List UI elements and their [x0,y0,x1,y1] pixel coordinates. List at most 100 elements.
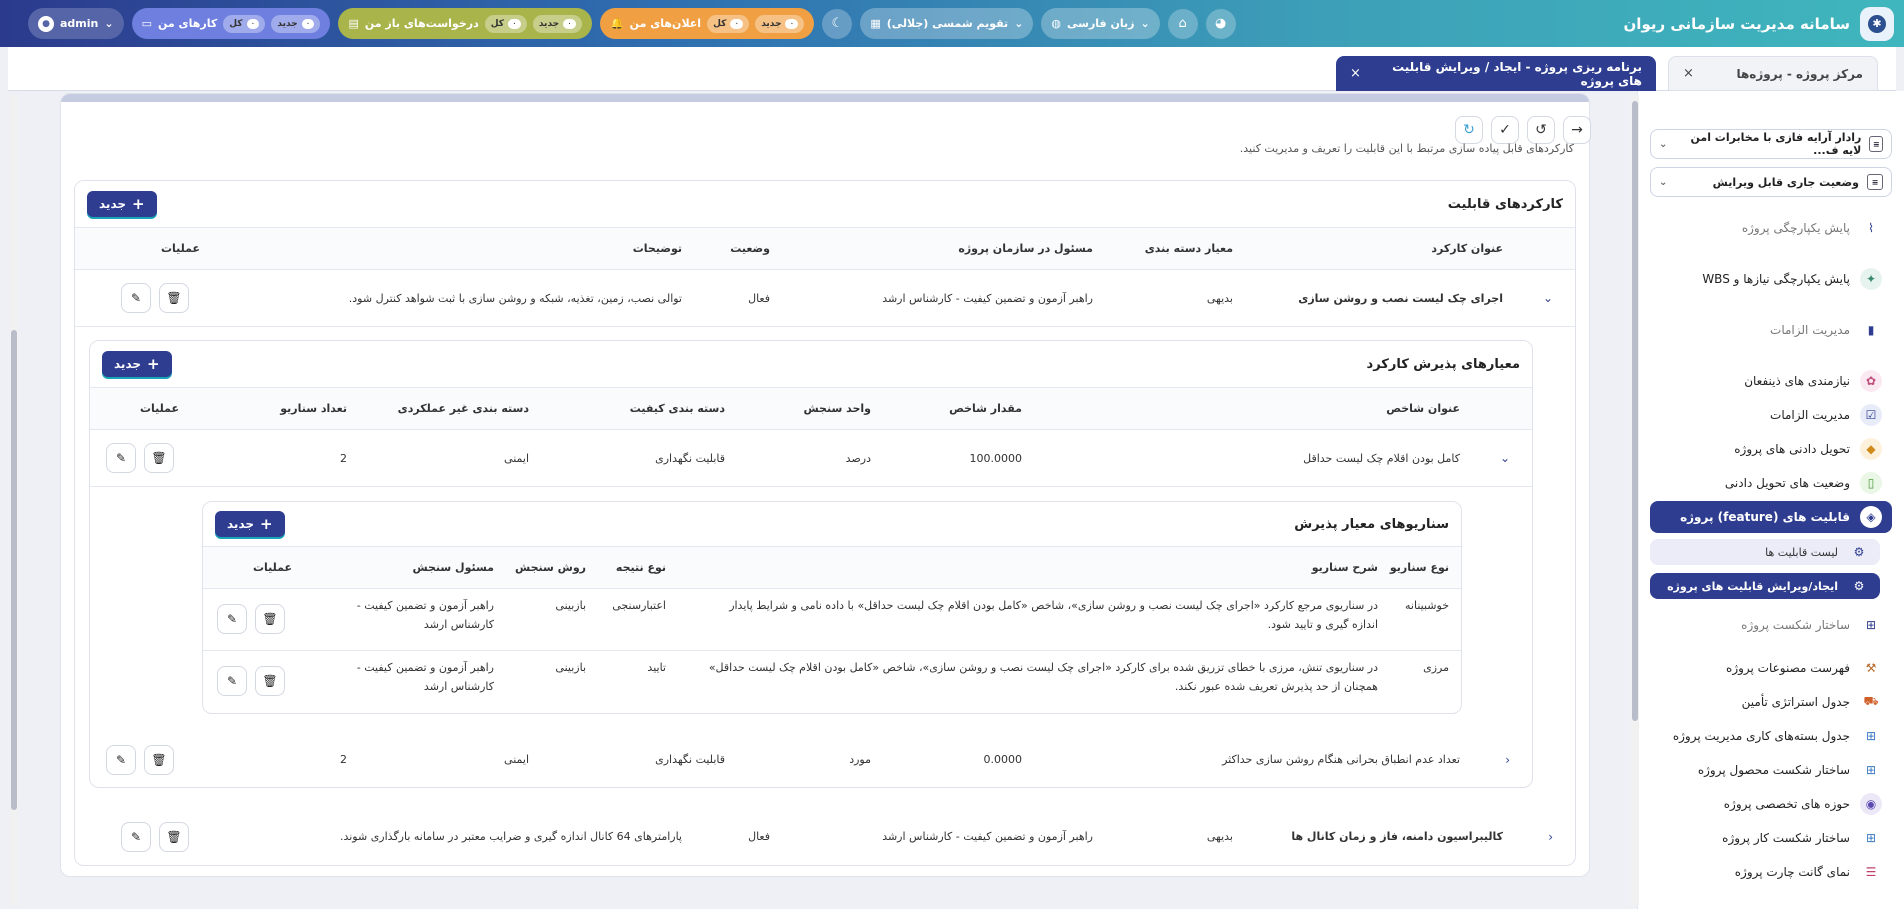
undo-icon: ↺ [1535,122,1547,138]
project-select[interactable]: ≡ رادار آرایه فازی با مخابرات امن لایه ف… [1650,129,1892,159]
bell-icon: 🔔 [609,17,624,30]
user-menu[interactable]: ⌄ admin ● [28,8,124,39]
new-scenario-button[interactable]: + جدید [215,511,285,537]
sidebar-section-requirements[interactable]: ▮ مدیریت الزامات [1650,316,1892,344]
undo-button[interactable]: ↺ [1527,116,1555,144]
table-row[interactable]: ‹ کالیبراسیون دامنه، فاز و زمان کانال ها… [75,808,1575,865]
edit-button[interactable]: ✎ [217,666,247,696]
edit-button[interactable]: ✎ [106,744,136,775]
chevron-down-icon: ⌄ [1659,138,1668,150]
plus-icon: + [260,515,273,533]
hierarchy-icon: ⊞ [1865,729,1877,743]
sidebar-item-gantt[interactable]: ☰ نمای گانت چارت پروژه [1650,858,1892,886]
close-icon[interactable]: × [1683,66,1694,81]
table-row[interactable]: ⌄ کامل بودن اقلام چک لیست حداقل 100.0000… [90,430,1532,487]
forward-button[interactable]: → [1563,116,1591,144]
sidebar-item-procurement[interactable]: ⛟ جدول استراتژی تأمین [1650,688,1892,716]
sidebar-item-specialty-areas[interactable]: ◉ حوزه های تخصصی پروژه [1650,790,1892,818]
building-icon: ⌂ [1178,16,1187,31]
refresh-icon: ↻ [1463,122,1475,138]
hierarchy-icon: ⊞ [1865,831,1877,845]
status-select[interactable]: ≡ وضعیت جاری قابل ویرایش ⌄ [1650,167,1892,197]
edit-button[interactable]: ✎ [121,821,151,852]
new-criterion-button[interactable]: + جدید [102,351,172,377]
refresh-button[interactable]: ↻ [1455,116,1483,144]
calendar-icon: ▦ [870,17,881,30]
my-tasks-label: کارهای من [158,17,218,30]
sidebar: ≡ رادار آرایه فازی با مخابرات امن لایه ف… [1637,91,1904,909]
my-tasks-button[interactable]: ۰ جدید ۰ کل کارهای من ▭ [131,8,331,39]
sidebar-section-integrity[interactable]: ⌇ پایش یکپارچگی پروژه [1650,214,1892,242]
form-description: کارکردهای قابل پیاده سازی مرتبط با این ق… [1239,142,1574,155]
sidebar-item-feature-list[interactable]: ⚙ لیست قابلیت ها [1650,539,1880,565]
hierarchy-icon: ⊞ [1865,618,1877,632]
main-scrollbar[interactable] [1631,95,1639,905]
table-row[interactable]: خوشبینانه در سناریوی مرجع کارکرد «اجرای … [203,589,1461,651]
sidebar-item-project-features[interactable]: ◈ قابلیت های (feature) پروژه [1650,501,1892,533]
table-row[interactable]: مرزی در سناریوی تنش، مرزی با خطای تزریق … [203,651,1461,713]
table-row[interactable]: ⌄ اجرای چک لیست نصب و روشن سازی بدیهی را… [75,270,1575,327]
save-button[interactable]: ✓ [1491,116,1519,144]
sidebar-item-stakeholder-needs[interactable]: ✿ نیازمندی های ذینفعان [1650,367,1892,395]
dark-mode-toggle[interactable]: ☾ [822,8,853,39]
tools-icon: ⚒ [1865,661,1877,675]
chevron-left-icon[interactable]: ‹ [1548,830,1553,844]
pencil-icon: ✎ [130,829,142,844]
laptop-icon: ▭ [141,17,152,30]
sidebar-item-deliverable-status[interactable]: ▯ وضعیت های تحویل دادنی [1650,469,1892,497]
trash-icon: 🗑 [151,752,167,767]
criteria-title: معیارهای پذیرش کارکرد [1366,356,1520,372]
page-scrollbar[interactable] [10,95,18,905]
sidebar-item-requirements[interactable]: ☑ مدیریت الزامات [1650,401,1892,429]
edit-button[interactable]: ✎ [217,604,247,634]
sidebar-item-artifacts[interactable]: ⚒ فهرست مصنوعات پروژه [1650,654,1892,682]
pencil-icon: ✎ [226,674,238,688]
panel-progress-strip [61,94,1589,102]
pencil-icon: ✎ [130,291,142,305]
delete-button[interactable]: 🗑 [159,821,189,852]
form-toolbar: → ↺ ✓ ↻ [1455,116,1591,144]
edit-button[interactable]: ✎ [106,443,136,473]
my-notifications-button[interactable]: ۰ جدید ۰ کل اعلان‌های من 🔔 [599,8,815,39]
chevron-left-icon[interactable]: ‹ [1505,753,1510,767]
delete-button[interactable]: 🗑 [159,283,189,313]
calendar-select[interactable]: ⌄ تقویم شمسی (جلالی) ▦ [860,8,1034,39]
palette-icon: ◕ [1215,16,1227,31]
new-function-button[interactable]: + جدید [87,191,157,217]
calendar-label: تقویم شمسی (جلالی) [886,17,1009,30]
delete-button[interactable]: 🗑 [255,604,285,634]
language-label: زبان فارسی [1067,17,1135,30]
scenarios-header-row: نوع سناریو شرح سناریو نوع نتیجه روش سنجش… [203,547,1461,589]
sidebar-item-wbs-integrity[interactable]: ✦ پایش یکپارچگی نیازها و WBS [1650,265,1892,293]
language-select[interactable]: ⌄ زبان فارسی ◍ [1041,8,1160,39]
close-icon[interactable]: × [1350,66,1361,81]
theme-button[interactable]: ◕ [1205,8,1236,39]
organization-button[interactable]: ⌂ [1167,8,1198,39]
check-icon: ✓ [1499,122,1511,138]
chevron-down-icon[interactable]: ⌄ [1500,451,1510,465]
chevron-down-icon[interactable]: ⌄ [1543,291,1553,305]
sidebar-item-edit-features[interactable]: ⚙ ایجاد/ویرایش قابلیت های پروژه [1650,573,1880,599]
plus-icon: + [132,195,145,213]
trash-icon: 🗑 [166,291,182,305]
functions-title: کارکردهای قابلیت [1447,196,1563,212]
edit-button[interactable]: ✎ [121,283,151,313]
trash-icon: 🗑 [166,829,182,844]
trash-icon: 🗑 [262,674,278,688]
sidebar-item-product-breakdown[interactable]: ⊞ ساختار شکست محصول پروژه [1650,756,1892,784]
table-row[interactable]: ‹ تعداد عدم انطباق بحرانی هنگام روشن ساز… [90,731,1532,787]
user-avatar-icon: ● [38,15,54,32]
delete-button[interactable]: 🗑 [144,744,174,775]
delete-button[interactable]: 🗑 [144,443,174,473]
checklist-icon: ☑ [1860,404,1882,426]
my-requests-button[interactable]: ۰ جدید ۰ کل درخواست‌های باز من ▤ [338,8,592,39]
tab-edit-features[interactable]: برنامه ریزی پروژه - ایجاد / ویرایش قابلی… [1336,56,1656,91]
pencil-icon: ✎ [115,752,127,767]
sidebar-item-work-packages[interactable]: ⊞ جدول بسته‌های کاری مدیریت پروژه [1650,722,1892,750]
tab-projects[interactable]: مرکز پروژه - پروژه‌ها × [1668,56,1878,91]
delete-button[interactable]: 🗑 [255,666,285,696]
trash-icon: 🗑 [151,451,167,465]
sidebar-item-deliverables[interactable]: ◆ تحویل دادنی های پروژه [1650,435,1892,463]
sidebar-item-work-breakdown[interactable]: ⊞ ساختار شکست کار پروژه [1650,824,1892,852]
sidebar-section-breakdown[interactable]: ⊞ ساختار شکست پروژه [1650,611,1892,639]
